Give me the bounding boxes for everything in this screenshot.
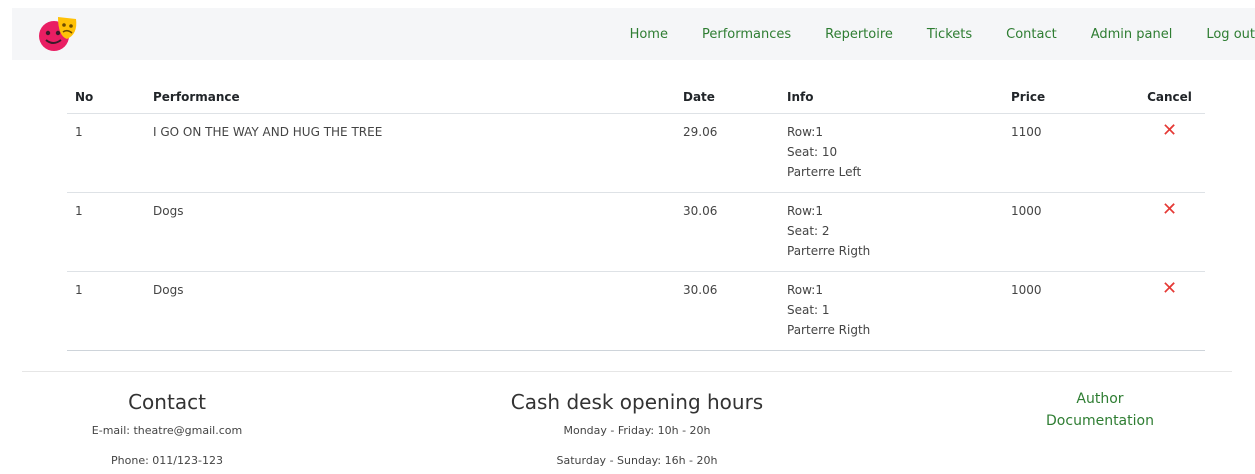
footer-phone: Phone: 011/123-123 (111, 454, 223, 467)
info-seat: Seat: 10 (787, 145, 838, 159)
cell-info: Row:1 Seat: 2 Parterre Rigth (779, 192, 1003, 272)
footer-email: E-mail: theatre@gmail.com (91, 424, 243, 437)
header-cancel: Cancel (1134, 80, 1205, 114)
footer-contact: Contact E-mail: theatre@gmail.com Phone:… (72, 390, 262, 467)
header-no: No (67, 80, 145, 114)
nav-repertoire[interactable]: Repertoire (825, 27, 893, 42)
table-header-row: No Performance Date Info Price Cancel (67, 80, 1205, 114)
cancel-x-icon[interactable]: ✕ (1162, 120, 1177, 141)
nav-home[interactable]: Home (630, 27, 668, 42)
info-section: Parterre Rigth (787, 323, 871, 337)
cell-date: 29.06 (675, 113, 779, 193)
cell-cancel: ✕ (1134, 271, 1205, 351)
navbar: Home Performances Repertoire Tickets Con… (12, 8, 1255, 60)
header-price: Price (1003, 80, 1134, 114)
cancel-x-icon[interactable]: ✕ (1162, 199, 1177, 220)
nav-admin-panel[interactable]: Admin panel (1091, 27, 1173, 42)
cell-no: 1 (67, 113, 145, 193)
nav-contact[interactable]: Contact (1006, 27, 1057, 42)
footer-contact-title: Contact (128, 390, 206, 414)
footer-hours: Cash desk opening hours Monday - Friday:… (487, 390, 787, 467)
footer-weekdays: Monday - Friday: 10h - 20h (563, 424, 711, 437)
cell-info: Row:1 Seat: 10 Parterre Left (779, 113, 1003, 193)
cell-price: 1100 (1003, 113, 1134, 193)
table-row: 1 I GO ON THE WAY AND HUG THE TREE 29.06… (67, 113, 1205, 193)
cell-info: Row:1 Seat: 1 Parterre Rigth (779, 271, 1003, 351)
cell-date: 30.06 (675, 271, 779, 351)
info-row: Row:1 (787, 204, 823, 218)
footer-documentation-link[interactable]: Documentation (1030, 413, 1170, 429)
cell-performance: Dogs (145, 271, 675, 351)
tickets-table: No Performance Date Info Price Cancel 1 … (67, 80, 1205, 351)
cell-cancel: ✕ (1134, 113, 1205, 193)
cancel-x-icon[interactable]: ✕ (1162, 278, 1177, 299)
info-seat: Seat: 2 (787, 224, 830, 238)
table-row: 1 Dogs 30.06 Row:1 Seat: 1 Parterre Rigt… (67, 271, 1205, 351)
cell-cancel: ✕ (1134, 192, 1205, 272)
info-section: Parterre Left (787, 165, 862, 179)
table-row: 1 Dogs 30.06 Row:1 Seat: 2 Parterre Rigt… (67, 192, 1205, 272)
cell-price: 1000 (1003, 271, 1134, 351)
theatre-masks-logo-icon[interactable] (36, 12, 80, 54)
cell-performance: Dogs (145, 192, 675, 272)
header-info: Info (779, 80, 1003, 114)
footer-links: Author Documentation (1030, 391, 1170, 429)
cell-price: 1000 (1003, 192, 1134, 272)
nav-performances[interactable]: Performances (702, 27, 791, 42)
nav-tickets[interactable]: Tickets (927, 27, 972, 42)
cell-no: 1 (67, 192, 145, 272)
info-section: Parterre Rigth (787, 244, 871, 258)
footer-hours-title: Cash desk opening hours (510, 390, 764, 414)
footer-weekend: Saturday - Sunday: 16h - 20h (556, 454, 718, 467)
cell-no: 1 (67, 271, 145, 351)
header-date: Date (675, 80, 779, 114)
nav-log-out[interactable]: Log out (1206, 27, 1255, 42)
footer-author-link[interactable]: Author (1030, 391, 1170, 407)
info-row: Row:1 (787, 283, 823, 297)
info-seat: Seat: 1 (787, 303, 830, 317)
cell-performance: I GO ON THE WAY AND HUG THE TREE (145, 113, 675, 193)
cell-date: 30.06 (675, 192, 779, 272)
header-performance: Performance (145, 80, 675, 114)
info-row: Row:1 (787, 125, 823, 139)
nav-links: Home Performances Repertoire Tickets Con… (596, 8, 1255, 60)
footer-divider (22, 371, 1232, 372)
